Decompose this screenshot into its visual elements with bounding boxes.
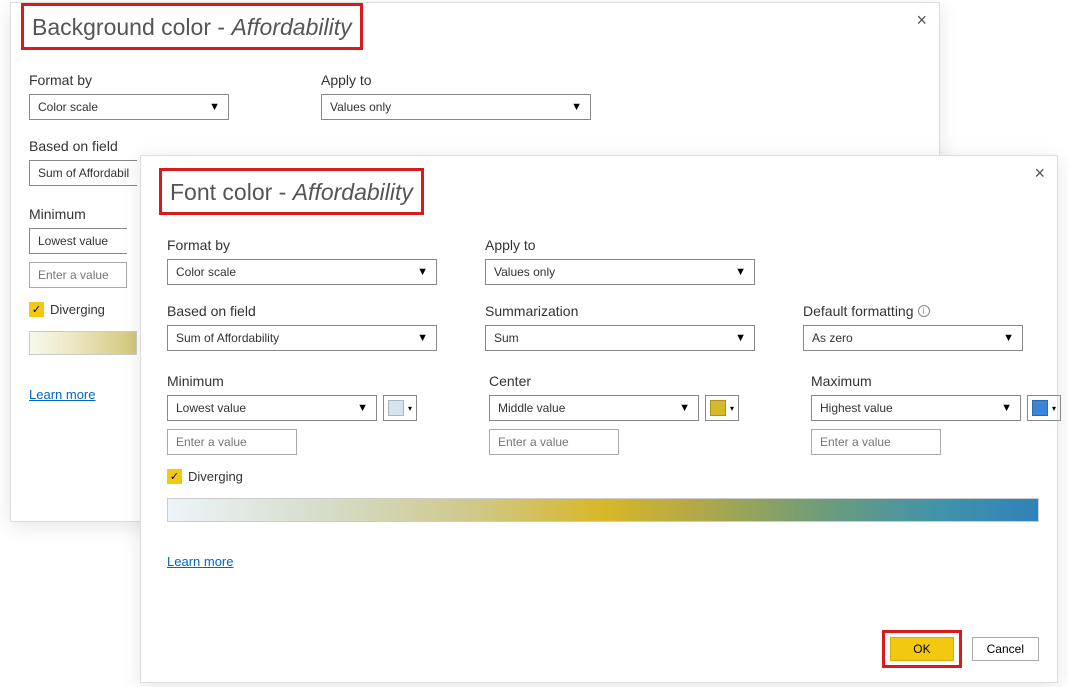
center-color-button[interactable]: ▾ xyxy=(705,395,739,421)
ok-button-highlight: OK xyxy=(882,630,961,668)
minimum-select[interactable]: Lowest value xyxy=(29,228,127,254)
gradient-preview xyxy=(29,331,137,355)
chevron-down-icon: ▼ xyxy=(1001,402,1012,414)
format-by-label: Format by xyxy=(29,72,279,88)
apply-to-value: Values only xyxy=(330,100,391,114)
dialog-title: Background color - Affordability xyxy=(32,14,352,41)
apply-to-label: Apply to xyxy=(321,72,597,88)
chevron-down-icon: ▼ xyxy=(735,266,746,278)
minimum-color-button[interactable]: ▾ xyxy=(383,395,417,421)
chevron-down-icon: ▼ xyxy=(571,101,582,113)
center-value: Middle value xyxy=(498,401,565,415)
gradient-preview xyxy=(167,498,1039,522)
summarization-select[interactable]: Sum ▼ xyxy=(485,325,755,351)
color-swatch xyxy=(710,400,726,416)
format-by-label: Format by xyxy=(167,237,443,253)
close-icon[interactable]: × xyxy=(916,11,927,29)
chevron-down-icon: ▼ xyxy=(735,332,746,344)
summarization-label: Summarization xyxy=(485,303,761,319)
color-swatch xyxy=(388,400,404,416)
diverging-label: Diverging xyxy=(50,302,105,317)
caret-down-icon: ▾ xyxy=(730,404,734,413)
default-formatting-select[interactable]: As zero ▼ xyxy=(803,325,1023,351)
minimum-label: Minimum xyxy=(167,373,417,389)
apply-to-select[interactable]: Values only ▼ xyxy=(485,259,755,285)
dialog-title: Font color - Affordability xyxy=(170,179,413,206)
minimum-value: Lowest value xyxy=(176,401,246,415)
based-on-field-select[interactable]: Sum of Affordabil xyxy=(29,160,137,186)
learn-more-link[interactable]: Learn more xyxy=(167,554,233,569)
title-field: Affordability xyxy=(231,14,351,40)
caret-down-icon: ▾ xyxy=(408,404,412,413)
apply-to-label: Apply to xyxy=(485,237,761,253)
format-by-value: Color scale xyxy=(38,100,98,114)
minimum-value: Lowest value xyxy=(38,234,108,248)
chevron-down-icon: ▼ xyxy=(209,101,220,113)
maximum-value: Highest value xyxy=(820,401,893,415)
format-by-select[interactable]: Color scale ▼ xyxy=(29,94,229,120)
chevron-down-icon: ▼ xyxy=(417,266,428,278)
default-formatting-label: Default formatting i xyxy=(803,303,1023,319)
title-prefix: Background color - xyxy=(32,14,231,40)
maximum-select[interactable]: Highest value ▼ xyxy=(811,395,1021,421)
based-on-field-value: Sum of Affordabil xyxy=(38,166,129,180)
center-label: Center xyxy=(489,373,739,389)
title-prefix: Font color - xyxy=(170,179,293,205)
minimum-select[interactable]: Lowest value ▼ xyxy=(167,395,377,421)
diverging-label: Diverging xyxy=(188,469,243,484)
based-on-field-select[interactable]: Sum of Affordability ▼ xyxy=(167,325,437,351)
cancel-button[interactable]: Cancel xyxy=(972,637,1039,661)
learn-more-link[interactable]: Learn more xyxy=(29,387,95,402)
format-by-value: Color scale xyxy=(176,265,236,279)
chevron-down-icon: ▼ xyxy=(417,332,428,344)
font-color-dialog: × Font color - Affordability Format by C… xyxy=(140,155,1058,683)
apply-to-select[interactable]: Values only ▼ xyxy=(321,94,591,120)
center-input[interactable] xyxy=(489,429,619,455)
default-formatting-value: As zero xyxy=(812,331,853,345)
based-on-field-value: Sum of Affordability xyxy=(176,331,279,345)
caret-down-icon: ▾ xyxy=(1052,404,1056,413)
diverging-checkbox[interactable]: ✓ xyxy=(167,469,182,484)
format-by-select[interactable]: Color scale ▼ xyxy=(167,259,437,285)
minimum-input[interactable] xyxy=(29,262,127,288)
chevron-down-icon: ▼ xyxy=(357,402,368,414)
chevron-down-icon: ▼ xyxy=(679,402,690,414)
dialog-title-highlight: Font color - Affordability xyxy=(159,168,424,215)
close-icon[interactable]: × xyxy=(1034,164,1045,182)
summarization-value: Sum xyxy=(494,331,519,345)
chevron-down-icon: ▼ xyxy=(1003,332,1014,344)
maximum-color-button[interactable]: ▾ xyxy=(1027,395,1061,421)
based-on-field-label: Based on field xyxy=(29,138,279,154)
maximum-label: Maximum xyxy=(811,373,1061,389)
maximum-input[interactable] xyxy=(811,429,941,455)
minimum-input[interactable] xyxy=(167,429,297,455)
info-icon[interactable]: i xyxy=(918,305,930,317)
color-swatch xyxy=(1032,400,1048,416)
ok-button[interactable]: OK xyxy=(890,637,953,661)
dialog-title-highlight: Background color - Affordability xyxy=(21,3,363,50)
based-on-field-label: Based on field xyxy=(167,303,443,319)
center-select[interactable]: Middle value ▼ xyxy=(489,395,699,421)
apply-to-value: Values only xyxy=(494,265,555,279)
title-field: Affordability xyxy=(293,179,413,205)
diverging-checkbox[interactable]: ✓ xyxy=(29,302,44,317)
